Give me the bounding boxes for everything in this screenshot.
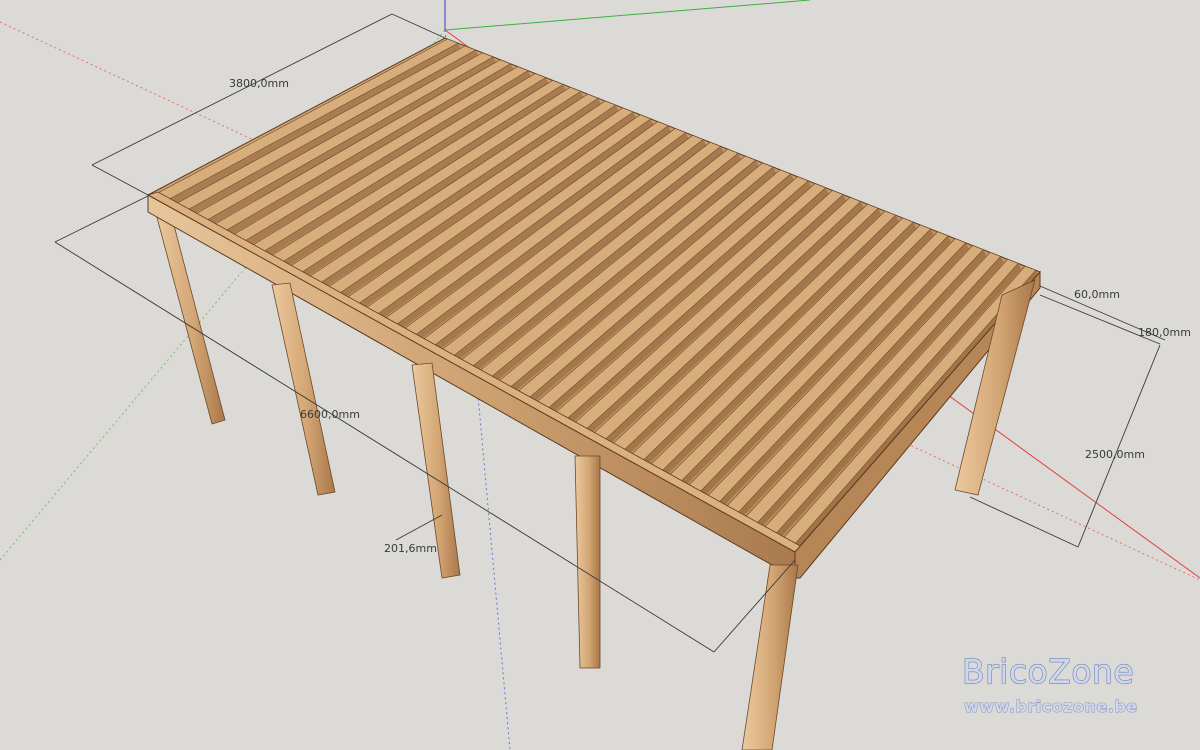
post-front-1 <box>271 282 336 496</box>
dim-label-spacing: 201,6mm <box>384 542 437 555</box>
watermark-url: www.bricozone.be <box>964 697 1138 716</box>
green-axis <box>444 0 811 31</box>
dim-label-width: 3800,0mm <box>229 77 289 90</box>
bricozone-watermark: BricoZone www.bricozone.be <box>961 651 1138 716</box>
sketchup-viewport[interactable]: 3800,0mm 6600,0mm 60,0mm 180,0mm 2500,0m… <box>0 0 1200 750</box>
dim-label-post-height: 2500,0mm <box>1085 448 1145 461</box>
post-front-corner <box>741 564 799 750</box>
dim-label-joist-height: 180,0mm <box>1138 326 1191 339</box>
dim-label-length: 6600,0mm <box>300 408 360 421</box>
post-front-3 <box>574 455 601 669</box>
pergola-model-drawing: 3800,0mm 6600,0mm 60,0mm 180,0mm 2500,0m… <box>0 0 1200 750</box>
dim-label-joist-width: 60,0mm <box>1074 288 1120 301</box>
watermark-brand: BricoZone <box>962 652 1134 691</box>
